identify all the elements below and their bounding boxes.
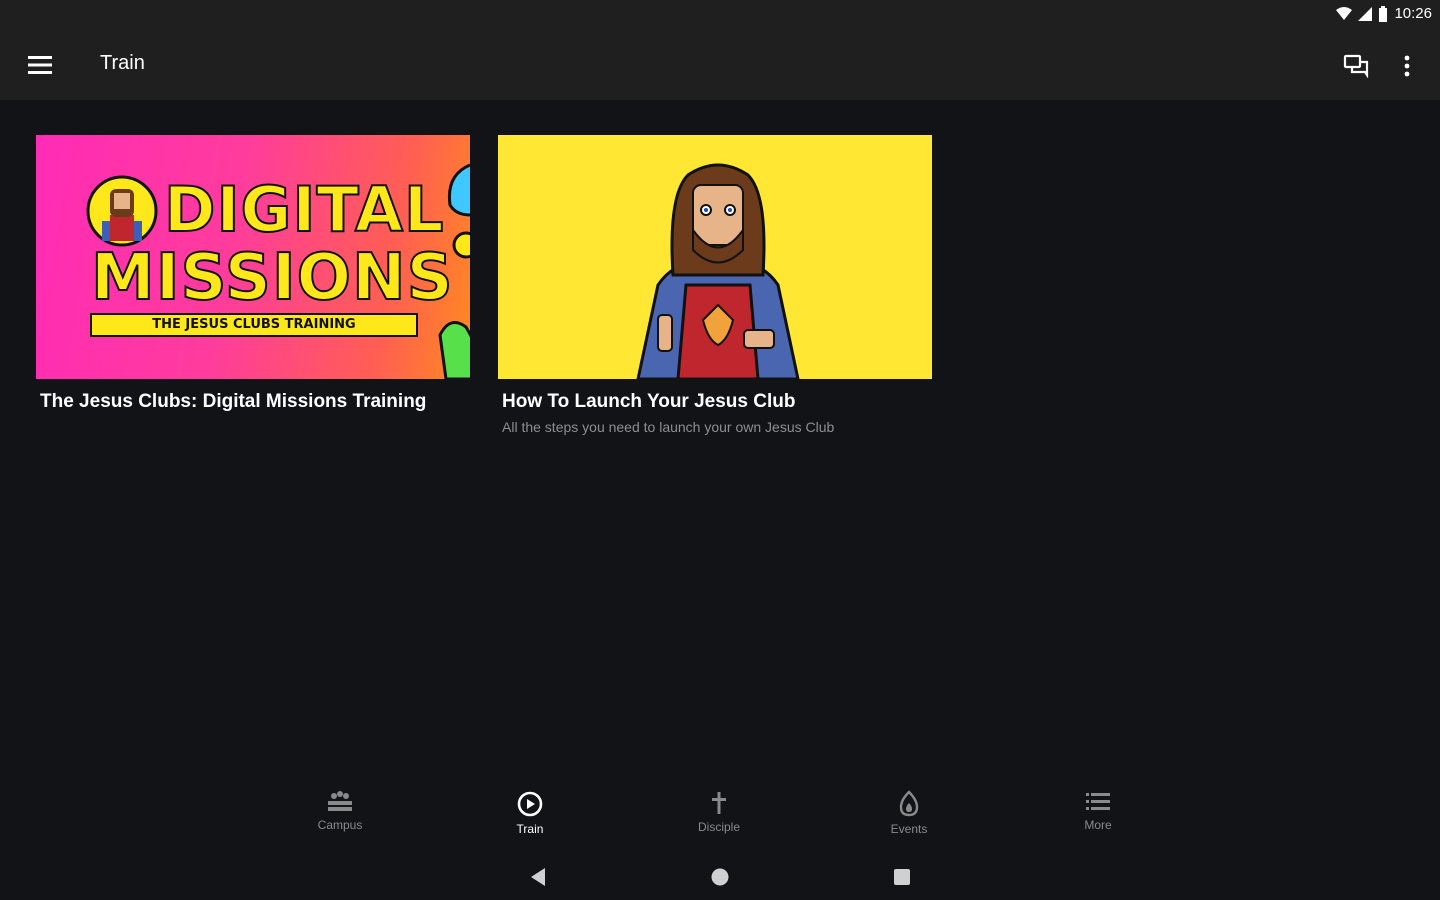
overflow-menu-button[interactable] bbox=[1392, 48, 1422, 84]
status-icons: 10:26 bbox=[1336, 5, 1432, 22]
back-triangle-icon bbox=[531, 868, 545, 886]
content-area: DIGITAL MISSIONS THE JESUS CLUBS TRAININ… bbox=[0, 100, 1440, 780]
course-thumbnail bbox=[498, 135, 932, 379]
home-circle-icon bbox=[711, 868, 729, 886]
menu-button[interactable] bbox=[22, 47, 58, 83]
signal-icon bbox=[1358, 6, 1373, 21]
system-recents-button[interactable] bbox=[887, 862, 917, 892]
nav-label: Events bbox=[890, 822, 928, 836]
page-title: Train bbox=[100, 52, 145, 74]
chat-button[interactable] bbox=[1338, 48, 1374, 84]
list-icon bbox=[1086, 793, 1110, 810]
card-title: The Jesus Clubs: Digital Missions Traini… bbox=[40, 391, 427, 412]
system-back-button[interactable] bbox=[523, 862, 553, 892]
system-home-button[interactable] bbox=[705, 862, 735, 892]
campus-icon bbox=[328, 791, 352, 811]
nav-label: More bbox=[1084, 818, 1112, 832]
app-bar: Train bbox=[0, 30, 1440, 100]
jesus-avatar-image bbox=[86, 175, 158, 247]
course-card-digital-missions[interactable]: DIGITAL MISSIONS THE JESUS CLUBS TRAININ… bbox=[36, 135, 470, 413]
flame-icon bbox=[899, 790, 919, 817]
wifi-icon bbox=[1336, 6, 1353, 20]
nav-item-campus[interactable]: Campus bbox=[280, 790, 400, 846]
status-bar: 10:26 bbox=[0, 0, 1440, 30]
chat-icon bbox=[1343, 54, 1369, 78]
nav-label: Campus bbox=[317, 818, 363, 832]
nav-item-more[interactable]: More bbox=[1038, 790, 1158, 846]
hamburger-icon bbox=[28, 56, 52, 74]
system-navigation-bar bbox=[0, 852, 1440, 900]
thumbnail-banner: THE JESUS CLUBS TRAINING bbox=[90, 313, 418, 337]
course-card-launch-club[interactable]: How To Launch Your Jesus Club All the st… bbox=[498, 135, 932, 435]
bottom-navigation: Campus Train Disciple Events More bbox=[0, 780, 1440, 852]
nav-label: Train bbox=[516, 822, 544, 836]
jesus-pixel-art-image bbox=[636, 163, 800, 379]
battery-icon bbox=[1379, 5, 1388, 22]
play-circle-icon bbox=[517, 791, 543, 817]
more-vert-icon bbox=[1404, 55, 1410, 77]
course-thumbnail: DIGITAL MISSIONS THE JESUS CLUBS TRAININ… bbox=[36, 135, 470, 379]
nav-label: Disciple bbox=[697, 820, 740, 834]
card-subtitle: All the steps you need to launch your ow… bbox=[502, 419, 835, 435]
status-time: 10:26 bbox=[1394, 5, 1432, 22]
nav-item-events[interactable]: Events bbox=[849, 790, 969, 846]
recents-square-icon bbox=[894, 869, 910, 885]
card-title: How To Launch Your Jesus Club bbox=[502, 391, 796, 412]
thumbnail-text-line1: DIGITAL bbox=[163, 172, 445, 247]
decorative-shapes bbox=[438, 163, 470, 379]
thumbnail-text-line2: MISSIONS bbox=[90, 240, 454, 316]
nav-item-train[interactable]: Train bbox=[470, 790, 590, 846]
cross-icon bbox=[712, 792, 726, 814]
nav-item-disciple[interactable]: Disciple bbox=[659, 790, 779, 846]
